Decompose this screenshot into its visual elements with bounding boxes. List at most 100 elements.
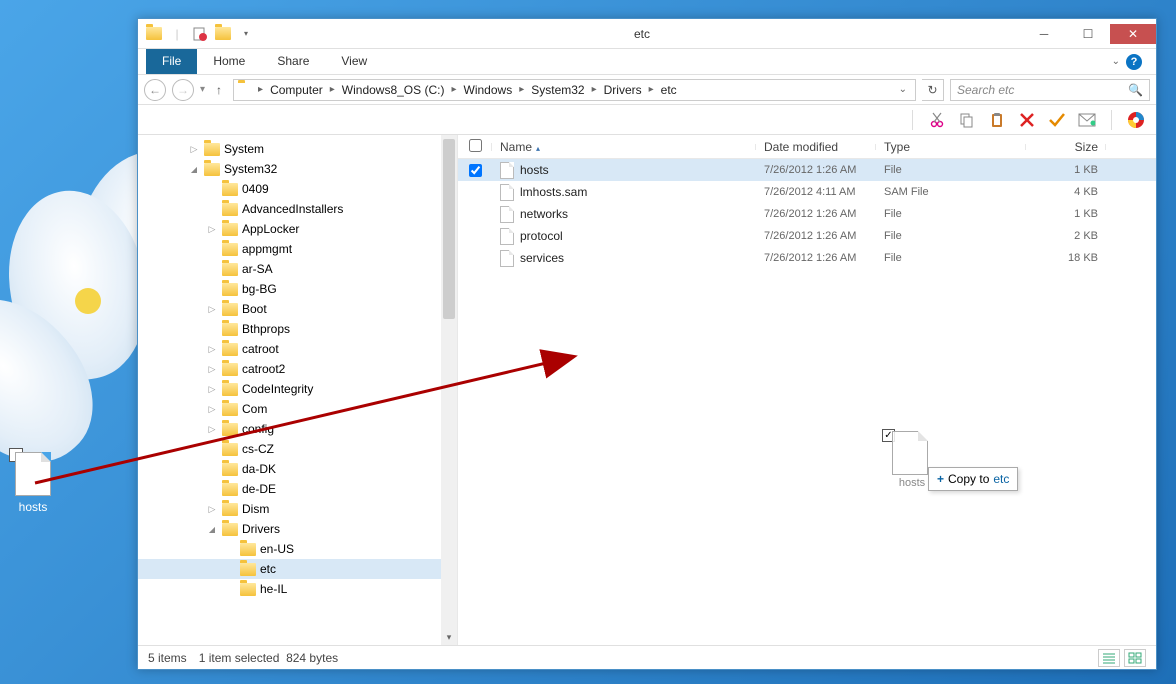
tree-arrow-icon[interactable] bbox=[206, 364, 218, 375]
column-name[interactable]: Name▴ bbox=[492, 140, 756, 154]
breadcrumb-item[interactable]: etc bbox=[658, 83, 680, 97]
qat-newfolder-icon[interactable] bbox=[213, 24, 233, 44]
file-row[interactable]: lmhosts.sam7/26/2012 4:11 AMSAM File4 KB bbox=[458, 181, 1156, 203]
tree-item[interactable]: Dism bbox=[138, 499, 457, 519]
view-details-button[interactable] bbox=[1098, 649, 1120, 667]
titlebar[interactable]: | ▾ etc ─ ☐ ✕ bbox=[138, 19, 1156, 49]
view-icons-button[interactable] bbox=[1124, 649, 1146, 667]
tree-item[interactable]: bg-BG bbox=[138, 279, 457, 299]
desktop-file-hosts[interactable]: ✓ hosts bbox=[9, 452, 57, 514]
tab-home[interactable]: Home bbox=[197, 49, 261, 74]
refresh-button[interactable]: ↻ bbox=[922, 79, 944, 101]
tree-item[interactable]: ar-SA bbox=[138, 259, 457, 279]
nav-history-dropdown[interactable]: ▾ bbox=[200, 84, 205, 95]
file-row[interactable]: hosts7/26/2012 1:26 AMFile1 KB bbox=[458, 159, 1156, 181]
breadcrumb-item[interactable]: Windows bbox=[461, 83, 516, 97]
tree-arrow-icon[interactable] bbox=[206, 384, 218, 395]
file-name[interactable]: protocol bbox=[492, 228, 756, 245]
explorer-icon[interactable] bbox=[144, 24, 164, 44]
column-date[interactable]: Date modified bbox=[756, 140, 876, 154]
breadcrumb-item[interactable]: Computer bbox=[267, 83, 326, 97]
breadcrumb[interactable]: ▸ Computer ▸ Windows8_OS (C:) ▸ Windows … bbox=[233, 79, 916, 101]
tree-arrow-icon[interactable] bbox=[206, 524, 218, 535]
breadcrumb-item[interactable]: Windows8_OS (C:) bbox=[339, 83, 448, 97]
tab-share[interactable]: Share bbox=[261, 49, 325, 74]
tree-item[interactable]: Drivers bbox=[138, 519, 457, 539]
minimize-button[interactable]: ─ bbox=[1022, 24, 1066, 44]
mail-icon[interactable] bbox=[1077, 110, 1097, 130]
breadcrumb-item[interactable]: System32 bbox=[528, 83, 587, 97]
qat-properties-icon[interactable] bbox=[190, 24, 210, 44]
scroll-thumb[interactable] bbox=[443, 139, 455, 319]
check-icon[interactable] bbox=[1047, 110, 1067, 130]
tree-scrollbar[interactable]: ▴ ▾ bbox=[441, 135, 457, 645]
tree-item[interactable]: da-DK bbox=[138, 459, 457, 479]
tab-view[interactable]: View bbox=[325, 49, 383, 74]
tree-arrow-icon[interactable] bbox=[206, 404, 218, 415]
tree-item[interactable]: en-US bbox=[138, 539, 457, 559]
tree-item[interactable]: catroot2 bbox=[138, 359, 457, 379]
breadcrumb-dropdown-icon[interactable]: ⌄ bbox=[895, 84, 911, 95]
tree-item[interactable]: de-DE bbox=[138, 479, 457, 499]
help-icon[interactable]: ? bbox=[1126, 54, 1142, 70]
chevron-right-icon[interactable]: ▸ bbox=[449, 84, 458, 95]
maximize-button[interactable]: ☐ bbox=[1066, 24, 1110, 44]
tree-arrow-icon[interactable] bbox=[206, 304, 218, 315]
tree-item[interactable]: cs-CZ bbox=[138, 439, 457, 459]
column-size[interactable]: Size bbox=[1026, 140, 1106, 154]
scroll-down-icon[interactable]: ▾ bbox=[441, 629, 457, 645]
tree-arrow-icon[interactable] bbox=[206, 224, 218, 235]
cut-icon[interactable] bbox=[927, 110, 947, 130]
file-row[interactable]: services7/26/2012 1:26 AMFile18 KB bbox=[458, 247, 1156, 269]
breadcrumb-root-icon[interactable] bbox=[238, 83, 254, 97]
file-name[interactable]: hosts bbox=[492, 162, 756, 179]
file-checkbox[interactable] bbox=[458, 164, 492, 177]
file-row[interactable]: networks7/26/2012 1:26 AMFile1 KB bbox=[458, 203, 1156, 225]
column-type[interactable]: Type bbox=[876, 140, 1026, 154]
search-icon[interactable]: 🔍 bbox=[1128, 83, 1143, 97]
chevron-right-icon[interactable]: ▸ bbox=[328, 84, 337, 95]
chevron-right-icon[interactable]: ▸ bbox=[590, 84, 599, 95]
file-name[interactable]: lmhosts.sam bbox=[492, 184, 756, 201]
paste-icon[interactable] bbox=[987, 110, 1007, 130]
tree-item[interactable]: Boot bbox=[138, 299, 457, 319]
nav-forward-button[interactable]: → bbox=[172, 79, 194, 101]
tree-item[interactable]: he-IL bbox=[138, 579, 457, 599]
delete-icon[interactable] bbox=[1017, 110, 1037, 130]
tree-arrow-icon[interactable] bbox=[206, 504, 218, 515]
file-row[interactable]: protocol7/26/2012 1:26 AMFile2 KB bbox=[458, 225, 1156, 247]
settings-disc-icon[interactable] bbox=[1126, 110, 1146, 130]
close-button[interactable]: ✕ bbox=[1110, 24, 1156, 44]
file-name[interactable]: networks bbox=[492, 206, 756, 223]
file-name[interactable]: services bbox=[492, 250, 756, 267]
chevron-right-icon[interactable]: ▸ bbox=[517, 84, 526, 95]
tree-item[interactable]: Bthprops bbox=[138, 319, 457, 339]
folder-tree[interactable]: SystemSystem320409AdvancedInstallersAppL… bbox=[138, 135, 458, 645]
tree-item[interactable]: catroot bbox=[138, 339, 457, 359]
tree-item[interactable]: AdvancedInstallers bbox=[138, 199, 457, 219]
tree-arrow-icon[interactable] bbox=[188, 164, 200, 175]
tree-item[interactable]: System bbox=[138, 139, 457, 159]
tree-item[interactable]: 0409 bbox=[138, 179, 457, 199]
tree-item[interactable]: config bbox=[138, 419, 457, 439]
tab-file[interactable]: File bbox=[146, 49, 197, 74]
tree-item[interactable]: Com bbox=[138, 399, 457, 419]
tree-arrow-icon[interactable] bbox=[188, 144, 200, 155]
tree-item[interactable]: AppLocker bbox=[138, 219, 457, 239]
copy-icon[interactable] bbox=[957, 110, 977, 130]
search-input[interactable]: Search etc 🔍 bbox=[950, 79, 1150, 101]
tree-item[interactable]: etc bbox=[138, 559, 457, 579]
tree-arrow-icon[interactable] bbox=[206, 344, 218, 355]
breadcrumb-item[interactable]: Drivers bbox=[601, 83, 645, 97]
nav-back-button[interactable]: ← bbox=[144, 79, 166, 101]
tree-item[interactable]: System32 bbox=[138, 159, 457, 179]
nav-up-button[interactable]: ↑ bbox=[211, 82, 227, 98]
tree-item[interactable]: appmgmt bbox=[138, 239, 457, 259]
ribbon-expand-icon[interactable]: ⌄ bbox=[1112, 56, 1120, 67]
chevron-right-icon[interactable]: ▸ bbox=[647, 84, 656, 95]
chevron-right-icon[interactable]: ▸ bbox=[256, 84, 265, 95]
tree-arrow-icon[interactable] bbox=[206, 424, 218, 435]
column-checkbox[interactable] bbox=[458, 139, 492, 155]
tree-item[interactable]: CodeIntegrity bbox=[138, 379, 457, 399]
qat-dropdown-icon[interactable]: ▾ bbox=[236, 24, 256, 44]
